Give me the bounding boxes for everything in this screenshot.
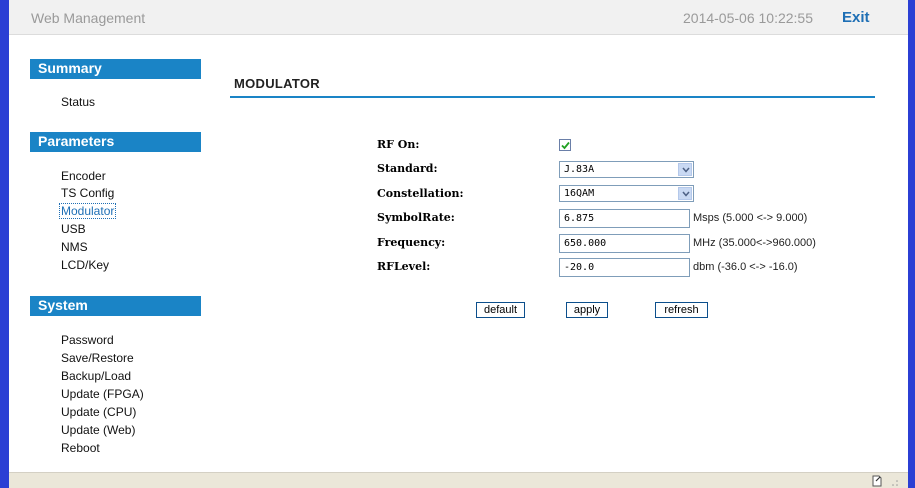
- frequency-range: MHz (35.000<->960.000): [693, 237, 816, 249]
- apply-button[interactable]: apply: [566, 302, 608, 318]
- window-frame-left: [0, 0, 9, 488]
- constellation-select[interactable]: 16QAM: [559, 185, 694, 202]
- symbol-rate-input[interactable]: 6.875: [559, 209, 690, 228]
- sidebar-item-status[interactable]: Status: [61, 95, 95, 109]
- rf-level-range: dbm (-36.0 <-> -16.0): [693, 261, 798, 273]
- checkmark-icon: [561, 141, 570, 150]
- page-title: MODULATOR: [234, 76, 320, 91]
- constellation-select-value: 16QAM: [564, 188, 595, 199]
- sidebar-item-password[interactable]: Password: [61, 333, 114, 347]
- chevron-down-icon: [678, 163, 692, 176]
- symbol-rate-label: SymbolRate:: [377, 211, 455, 224]
- rf-on-label: RF On:: [377, 138, 420, 151]
- sidebar-item-ts-config[interactable]: TS Config: [61, 186, 114, 200]
- refresh-button[interactable]: refresh: [655, 302, 708, 318]
- app-title: Web Management: [31, 10, 146, 26]
- standard-select[interactable]: J.83A: [559, 161, 694, 178]
- sidebar-item-lcd-key[interactable]: LCD/Key: [61, 258, 109, 272]
- frequency-input[interactable]: 650.000: [559, 234, 690, 253]
- default-button[interactable]: default: [476, 302, 525, 318]
- sidebar-section-summary: Summary: [30, 59, 201, 79]
- top-header: Web Management 2014-05-06 10:22:55 Exit: [9, 0, 908, 35]
- constellation-label: Constellation:: [377, 187, 464, 200]
- status-bar: [9, 472, 908, 488]
- symbol-rate-range: Msps (5.000 <-> 9.000): [693, 212, 808, 224]
- sidebar-item-update-web[interactable]: Update (Web): [61, 423, 135, 437]
- resize-grip-icon[interactable]: [889, 477, 899, 487]
- datetime-display: 2014-05-06 10:22:55: [683, 10, 813, 26]
- window-frame-right: [908, 0, 915, 488]
- standard-select-value: J.83A: [564, 164, 595, 175]
- rf-on-checkbox[interactable]: [559, 139, 571, 151]
- title-divider: [230, 96, 875, 98]
- sidebar-item-usb[interactable]: USB: [61, 222, 86, 236]
- sidebar-section-parameters: Parameters: [30, 132, 201, 152]
- sidebar-item-save-restore[interactable]: Save/Restore: [61, 351, 134, 365]
- sidebar-item-update-fpga[interactable]: Update (FPGA): [61, 387, 144, 401]
- sidebar-section-system: System: [30, 296, 201, 316]
- rf-level-label: RFLevel:: [377, 260, 431, 273]
- sidebar-item-backup-load[interactable]: Backup/Load: [61, 369, 131, 383]
- sidebar-item-reboot[interactable]: Reboot: [61, 441, 100, 455]
- sidebar-item-nms[interactable]: NMS: [61, 240, 88, 254]
- standard-label: Standard:: [377, 162, 438, 175]
- exit-link[interactable]: Exit: [842, 9, 870, 26]
- sidebar-item-encoder[interactable]: Encoder: [61, 169, 106, 183]
- sidebar-item-update-cpu[interactable]: Update (CPU): [61, 405, 136, 419]
- frequency-label: Frequency:: [377, 236, 446, 249]
- sidebar-item-modulator[interactable]: Modulator: [58, 203, 117, 219]
- rf-level-input[interactable]: -20.0: [559, 258, 690, 277]
- page-icon: [872, 475, 882, 487]
- chevron-down-icon: [678, 187, 692, 200]
